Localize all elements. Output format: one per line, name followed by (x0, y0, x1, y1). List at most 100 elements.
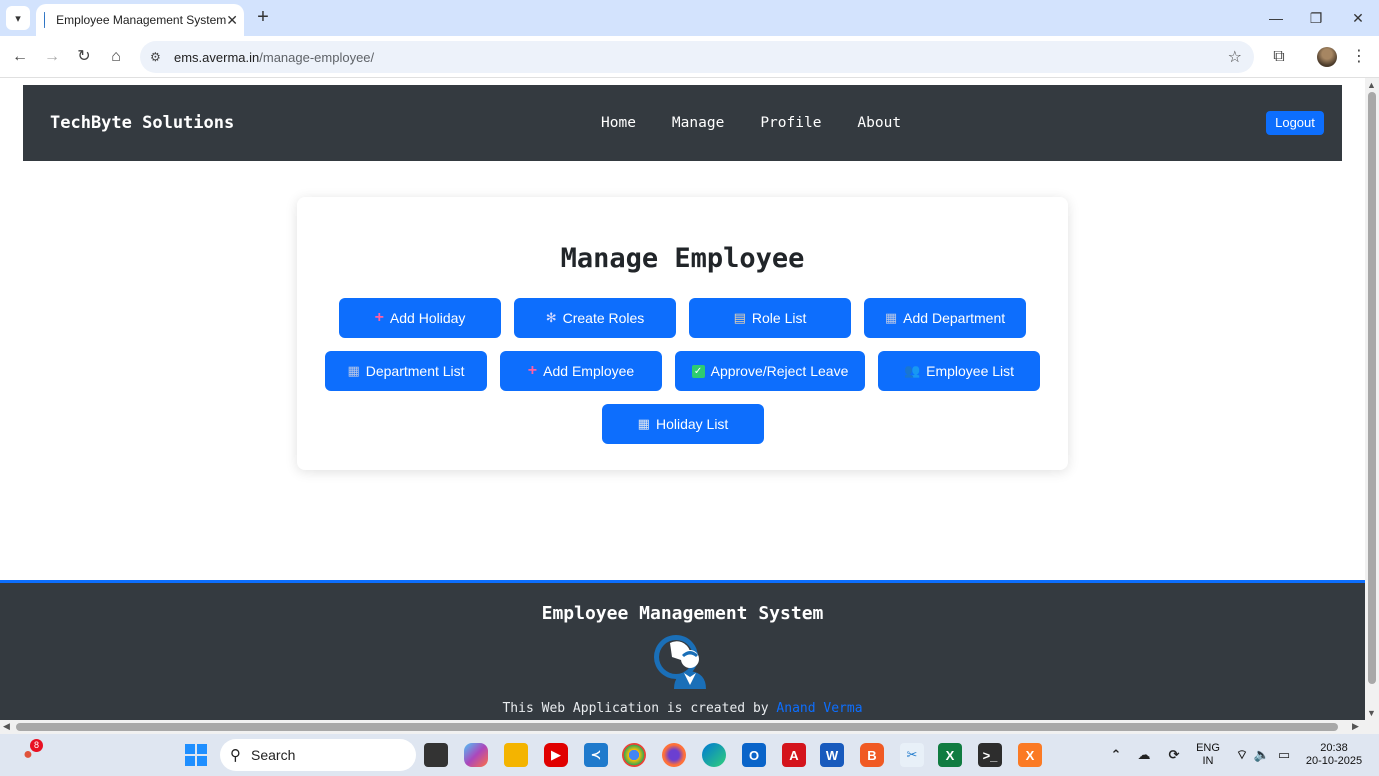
file-explorer-icon[interactable] (504, 743, 528, 767)
address-bar[interactable]: ⚙ ems.averma.in/manage-employee/ ☆ (140, 41, 1254, 73)
back-arrow-icon[interactable]: ← (8, 45, 32, 69)
employee-support-logo-icon (654, 635, 706, 689)
scroll-left-icon[interactable]: ◀ (3, 721, 10, 732)
site-info-icon[interactable]: ⚙ (150, 50, 166, 64)
logout-button[interactable]: Logout (1266, 111, 1324, 135)
building-icon: ▦ (347, 363, 360, 378)
notification-badge: 8 (30, 739, 43, 752)
clipboard-icon: ▤ (733, 310, 746, 325)
language-indicator[interactable]: ENG IN (1194, 742, 1222, 768)
employee-list-button[interactable]: 👥 Employee List (878, 351, 1040, 391)
task-view-icon[interactable] (424, 743, 448, 767)
word-icon[interactable]: W (820, 743, 844, 767)
browser-tab-active[interactable]: Employee Management System ✕ (36, 4, 244, 36)
add-employee-button[interactable]: + Add Employee (500, 351, 662, 391)
clock-date: 20-10-2025 (1305, 755, 1363, 767)
clock[interactable]: 20:38 20-10-2025 (1300, 742, 1368, 768)
minimize-button[interactable]: — (1256, 6, 1296, 30)
chrome-icon[interactable] (622, 743, 646, 767)
create-roles-label: Create Roles (562, 310, 645, 326)
vscode-icon[interactable]: ≺ (584, 743, 608, 767)
onedrive-cloud-icon[interactable]: ☁ (1132, 743, 1156, 767)
sync-icon[interactable]: ⟳ (1162, 743, 1186, 767)
author-link[interactable]: Anand Verma (776, 701, 862, 716)
add-holiday-button[interactable]: + Add Holiday (339, 298, 501, 338)
terminal-icon[interactable]: >_ (978, 743, 1002, 767)
manage-employee-card: Manage Employee + Add Holiday ✻ Create R… (297, 197, 1068, 470)
scroll-down-icon[interactable]: ▼ (1367, 708, 1376, 718)
firefox-icon[interactable] (662, 743, 686, 767)
nav-profile-link[interactable]: Profile (760, 115, 821, 131)
edge-icon[interactable] (702, 743, 726, 767)
add-holiday-label: Add Holiday (389, 310, 466, 326)
add-department-button[interactable]: ▦ Add Department (864, 298, 1026, 338)
new-tab-button[interactable]: + (252, 6, 274, 30)
extensions-puzzle-icon[interactable]: ⧉ (1267, 45, 1291, 69)
tab-search-chevron-icon[interactable]: ▾ (6, 6, 30, 30)
calendar-icon: ▦ (637, 416, 650, 431)
browser-tab-bar: ▾ Employee Management System ✕ + — ❐ ✕ (0, 0, 1379, 36)
site-footer: Employee Management System This Web Appl… (0, 580, 1365, 720)
add-department-label: Add Department (903, 310, 1006, 326)
forward-arrow-icon[interactable]: → (40, 45, 64, 69)
nav-home-link[interactable]: Home (601, 115, 636, 131)
taskbar-search-box[interactable]: ⚲ Search (220, 739, 416, 771)
employee-list-label: Employee List (926, 363, 1015, 379)
restore-button[interactable]: ❐ (1296, 6, 1336, 30)
xampp-icon[interactable]: X (1018, 743, 1042, 767)
role-list-button[interactable]: ▤ Role List (689, 298, 851, 338)
approve-reject-leave-label: Approve/Reject Leave (710, 363, 849, 379)
department-list-button[interactable]: ▦ Department List (325, 351, 487, 391)
department-list-label: Department List (365, 363, 465, 379)
browser-menu-icon[interactable]: ⋮ (1347, 45, 1371, 69)
building-icon: ▦ (884, 310, 898, 325)
vertical-scroll-thumb[interactable] (1368, 92, 1376, 684)
people-icon: 👥 (903, 363, 921, 378)
approve-reject-leave-button[interactable]: ✓ Approve/Reject Leave (675, 351, 865, 391)
plus-icon: + (374, 309, 384, 326)
volume-icon[interactable]: 🔈 (1250, 743, 1274, 767)
gear-icon: ✻ (545, 310, 557, 325)
bookmark-star-icon[interactable]: ☆ (1228, 47, 1242, 67)
footer-credit: This Web Application is created by Anand… (0, 701, 1365, 716)
tab-title: Employee Management System (56, 13, 227, 27)
close-window-button[interactable]: ✕ (1338, 6, 1378, 30)
create-roles-button[interactable]: ✻ Create Roles (514, 298, 676, 338)
home-icon[interactable]: ⌂ (104, 45, 128, 69)
plus-icon: + (527, 362, 538, 379)
brand-logo-text[interactable]: TechByte Solutions (50, 113, 234, 133)
tray-chevron-up-icon[interactable]: ⌃ (1104, 743, 1128, 767)
youtube-icon[interactable]: ▶ (544, 743, 568, 767)
outlook-icon[interactable]: O (742, 743, 766, 767)
copilot-icon[interactable] (464, 743, 488, 767)
scroll-up-icon[interactable]: ▲ (1367, 80, 1376, 90)
tab-close-icon[interactable]: ✕ (226, 12, 238, 29)
role-list-label: Role List (751, 310, 807, 326)
page-viewport: TechByte Solutions Home Manage Profile A… (0, 78, 1365, 720)
excel-icon[interactable]: X (938, 743, 962, 767)
battery-icon[interactable]: ▭ (1272, 743, 1296, 767)
vertical-scrollbar[interactable]: ▲ ▼ (1365, 78, 1379, 720)
brave-icon[interactable]: B (860, 743, 884, 767)
credit-prefix: This Web Application is created by (502, 701, 777, 716)
site-navbar: TechByte Solutions Home Manage Profile A… (23, 85, 1342, 161)
nav-manage-link[interactable]: Manage (672, 115, 724, 131)
nav-about-link[interactable]: About (857, 115, 901, 131)
holiday-list-button[interactable]: ▦ Holiday List (602, 404, 764, 444)
check-icon: ✓ (691, 364, 705, 378)
add-employee-label: Add Employee (543, 363, 635, 379)
scroll-right-icon[interactable]: ▶ (1352, 721, 1359, 732)
horizontal-scroll-thumb[interactable] (16, 723, 1338, 731)
acrobat-icon[interactable]: A (782, 743, 806, 767)
reload-icon[interactable]: ↻ (72, 45, 96, 69)
start-windows-icon[interactable] (184, 743, 208, 767)
windows-taskbar: ● 8 ⚲ Search ▶ ≺ O A W B ✂ X >_ X ⌃ ☁ ⟳ … (0, 734, 1379, 776)
clock-time: 20:38 (1320, 742, 1348, 754)
browser-toolbar: ← → ↻ ⌂ ⚙ ems.averma.in/manage-employee/… (0, 36, 1379, 78)
profile-avatar[interactable] (1317, 47, 1337, 67)
snipping-tool-icon[interactable]: ✂ (900, 743, 924, 767)
url-text[interactable]: ems.averma.in/manage-employee/ (174, 50, 374, 65)
search-icon: ⚲ (230, 747, 241, 764)
main-nav: Home Manage Profile About (601, 115, 901, 131)
horizontal-scrollbar[interactable]: ◀ ▶ (0, 720, 1365, 734)
